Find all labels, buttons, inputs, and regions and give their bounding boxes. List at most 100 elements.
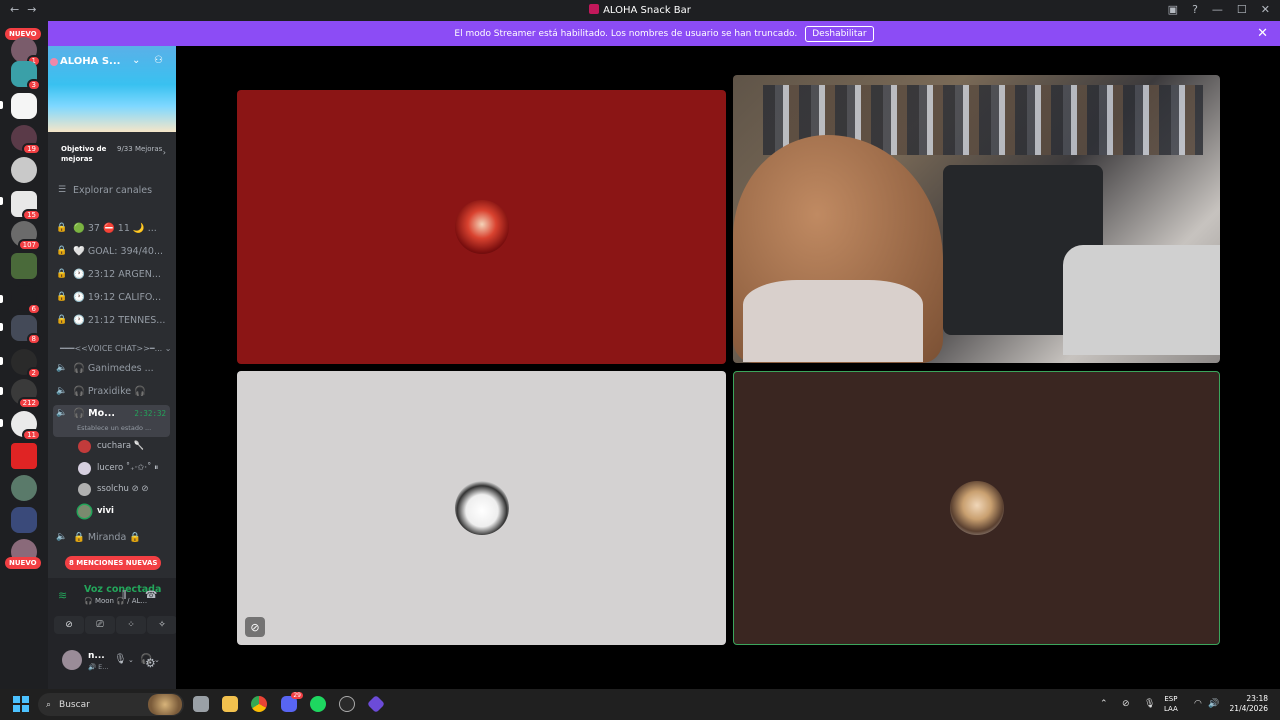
activities-button[interactable]: ⁘ xyxy=(116,616,146,634)
disable-streamer-button[interactable]: Deshabilitar xyxy=(805,25,874,42)
chevron-right-icon: › xyxy=(162,148,166,157)
video-stage: ⊘ xyxy=(176,46,1280,689)
voice-connection-panel: ≋ Voz conectada 🎧 Moon 🎧 / AL... ⫼ ☎ ⊘ ⎚… xyxy=(48,578,177,689)
soundboard-button[interactable]: ✧ xyxy=(147,616,177,634)
disconnect-icon[interactable]: ☎ xyxy=(145,590,157,601)
maximize-button[interactable]: ☐ xyxy=(1237,3,1247,16)
camera-background xyxy=(1063,245,1220,355)
server-icon[interactable]: 1 xyxy=(11,37,41,67)
server-icon[interactable]: 19 xyxy=(11,125,41,155)
discord-icon[interactable]: 29 xyxy=(281,692,303,712)
voice-user[interactable]: ssolchu ⊘ ⊘ xyxy=(78,480,170,498)
server-icon[interactable]: 6 xyxy=(11,285,41,315)
voice-user[interactable]: cuchara 🥄 xyxy=(78,437,170,455)
screen-share-button[interactable]: ⎚ xyxy=(85,616,115,634)
chevron-down-icon[interactable]: ⌄ xyxy=(128,656,134,664)
voice-user[interactable]: vivi xyxy=(78,502,170,520)
taskbar-search[interactable]: ⌕ Buscar xyxy=(38,693,184,716)
channel-label: 🕐 23:12 ARGEN... xyxy=(73,268,161,280)
server-icon[interactable] xyxy=(11,475,37,501)
user-panel: n... 🔊 E... 🎙 ⌄ 🎧 ⌄ xyxy=(48,642,176,682)
new-badge-bottom[interactable]: NUEVO xyxy=(5,557,41,569)
voice-channel[interactable]: 🔈 🎧 Praxidike 🎧 xyxy=(56,381,172,401)
boost-progress[interactable]: Objetivo de mejoras 9/33 Mejoras › xyxy=(52,140,172,168)
server-name[interactable]: ALOHA S... xyxy=(60,56,120,67)
server-tag-icon xyxy=(50,58,58,66)
settings-gear-icon[interactable]: ⚙ xyxy=(145,656,156,670)
language-indicator[interactable]: ESP LAA xyxy=(1164,694,1178,714)
inbox-icon[interactable]: ▣ xyxy=(1168,3,1178,16)
voice-channel[interactable]: 🔈 🔒 Miranda 🔒 xyxy=(56,527,172,547)
server-icon[interactable]: 8 xyxy=(11,315,41,345)
server-icon[interactable]: 15 xyxy=(11,191,41,221)
file-explorer-icon[interactable] xyxy=(222,696,238,712)
minimize-button[interactable]: — xyxy=(1212,3,1223,16)
microphone-icon[interactable]: 🎙 xyxy=(114,654,127,665)
camera-off-button[interactable]: ⊘ xyxy=(54,616,84,634)
mention-badge: 2 xyxy=(26,367,41,379)
explore-channels[interactable]: ☰ Explorar canales xyxy=(56,180,172,200)
server-icon[interactable]: 3 xyxy=(11,61,41,91)
unread-pip xyxy=(0,323,3,331)
server-icon[interactable]: 2 xyxy=(11,349,41,379)
app-icon[interactable] xyxy=(339,696,355,712)
close-window-button[interactable]: ✕ xyxy=(1261,3,1270,16)
server-icon[interactable] xyxy=(11,93,37,119)
channel-item[interactable]: 🔒 🟢 37 ⛔ 11 🌙 ... xyxy=(56,218,172,238)
list-icon: ☰ xyxy=(57,185,67,195)
server-icon[interactable] xyxy=(11,507,37,533)
set-status[interactable]: Establece un estado ... xyxy=(77,424,151,432)
channel-item[interactable]: 🔒 🕐 23:12 ARGEN... xyxy=(56,264,172,284)
chrome-icon[interactable] xyxy=(251,696,267,712)
windows-start-icon[interactable] xyxy=(13,696,29,712)
voice-channel-active[interactable]: 🔈 🎧 Mo... 2:32:32 Establece un estado ..… xyxy=(53,405,170,437)
unread-pip xyxy=(0,387,3,395)
spotify-icon[interactable] xyxy=(310,696,326,712)
server-icon[interactable] xyxy=(11,443,37,469)
banner-close-icon[interactable]: ✕ xyxy=(1257,26,1268,41)
participant-tile[interactable] xyxy=(237,90,726,364)
microphone-icon[interactable]: 🎙 xyxy=(1144,699,1155,709)
voice-user[interactable]: lucero ˚₊‧✩‧˚ ⏸ xyxy=(78,459,170,477)
server-icon[interactable]: 107 xyxy=(11,221,41,251)
invite-icon[interactable]: ⚇ xyxy=(154,55,163,66)
wifi-icon[interactable]: ◠ xyxy=(1194,699,1202,709)
server-icon[interactable] xyxy=(11,253,37,279)
network-off-icon[interactable]: ⊘ xyxy=(1122,699,1130,709)
sparkle-icon: ✧ xyxy=(158,620,166,630)
channel-item[interactable]: 🔒 🕐 19:12 CALIFO... xyxy=(56,287,172,307)
clock[interactable]: 23:18 21/4/2026 xyxy=(1228,694,1268,714)
soundboard-icon[interactable]: ⫼ xyxy=(122,590,127,601)
user-avatar[interactable] xyxy=(62,650,82,670)
chevron-up-icon[interactable]: ⌃ xyxy=(1100,699,1108,709)
participant-camera-tile[interactable] xyxy=(733,75,1220,363)
app-icon[interactable] xyxy=(366,694,386,714)
server-header[interactable]: ALOHA S... ⌄ ⚇ xyxy=(48,46,176,132)
voice-channel[interactable]: 🔈 🎧 Ganimedes ... xyxy=(56,358,172,378)
speaker-icon: 🔈 xyxy=(56,363,68,373)
channel-item[interactable]: 🔒 🤍 GOAL: 394/40... xyxy=(56,241,172,261)
chevron-down-icon[interactable]: ⌄ xyxy=(132,55,140,66)
volume-icon[interactable]: 🔊 xyxy=(1208,699,1219,709)
voice-connected-sub[interactable]: 🎧 Moon 🎧 / AL... xyxy=(84,597,147,605)
user-name[interactable]: n... xyxy=(88,651,105,661)
server-icon[interactable] xyxy=(11,157,37,183)
speaker-icon: 🔈 xyxy=(56,532,68,542)
avatar xyxy=(78,504,91,518)
participant-tile[interactable]: ⊘ xyxy=(237,371,726,645)
task-view-icon[interactable] xyxy=(193,696,209,712)
explore-label: Explorar canales xyxy=(73,184,153,196)
server-icon[interactable]: 11 xyxy=(11,411,41,441)
discord-badge: 29 xyxy=(291,692,303,699)
lang-bottom: LAA xyxy=(1164,705,1178,713)
server-icon[interactable]: 212 xyxy=(11,379,41,409)
window-title-text: ALOHA Snack Bar xyxy=(603,5,691,16)
channel-item[interactable]: 🔒 🕐 21:12 TENNES... xyxy=(56,310,172,330)
participant-tile-speaking[interactable] xyxy=(733,371,1220,645)
stream-off-icon[interactable]: ⊘ xyxy=(245,617,265,637)
channel-label: 🕐 21:12 TENNES... xyxy=(73,314,166,326)
signal-icon[interactable]: ≋ xyxy=(58,589,74,605)
help-icon[interactable]: ? xyxy=(1192,3,1198,16)
category-voice-chat[interactable]: ━━━<<VOICE CHAT>>━... ⌄ xyxy=(60,344,172,353)
new-mentions-pill[interactable]: 8 MENCIONES NUEVAS xyxy=(65,556,162,570)
